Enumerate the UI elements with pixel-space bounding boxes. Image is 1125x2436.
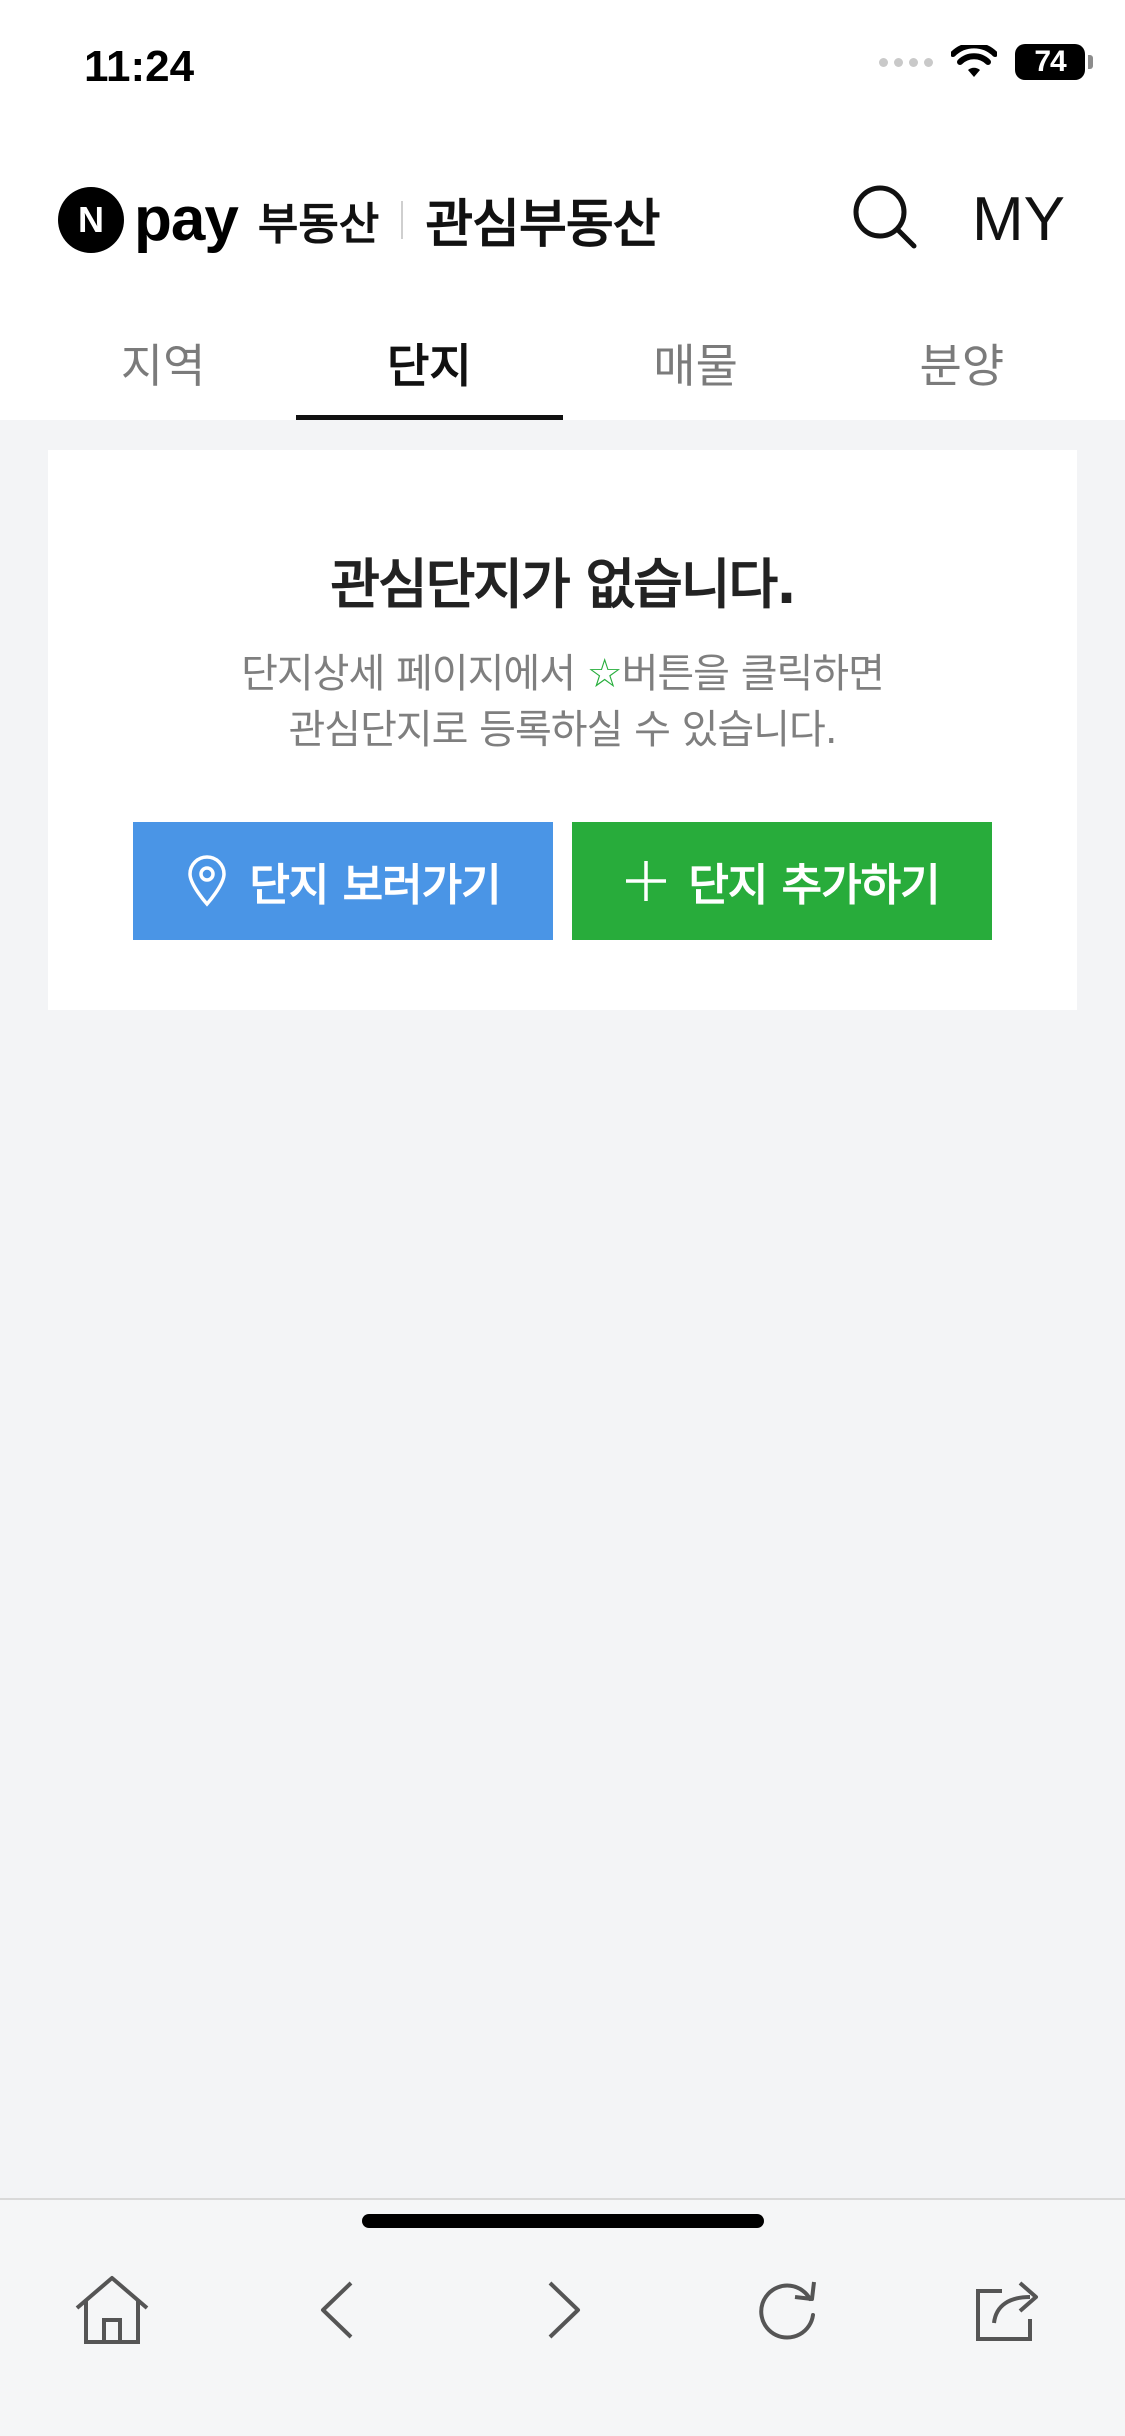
view-complex-button[interactable]: 단지 보러가기 bbox=[133, 822, 553, 940]
home-icon[interactable] bbox=[72, 2270, 152, 2350]
add-complex-label: 단지 추가하기 bbox=[688, 860, 940, 911]
location-pin-icon bbox=[185, 855, 229, 907]
reload-icon[interactable] bbox=[748, 2270, 828, 2350]
status-bar: 11:24 74 bbox=[0, 0, 1125, 140]
view-complex-label: 단지 보러가기 bbox=[249, 860, 501, 911]
forward-icon[interactable] bbox=[524, 2270, 604, 2350]
page: 11:24 74 N pay 부동산 관심부동산 MY 지역 단지 매물 분양 … bbox=[0, 0, 1125, 2436]
browser-toolbar bbox=[0, 2198, 1125, 2436]
back-icon[interactable] bbox=[297, 2270, 377, 2350]
tab-presale[interactable]: 분양 bbox=[829, 300, 1095, 420]
page-title: 관심부동산 bbox=[425, 195, 660, 255]
brand-divider bbox=[401, 200, 404, 239]
tab-region[interactable]: 지역 bbox=[30, 300, 296, 420]
pay-logo-text: pay bbox=[134, 184, 239, 254]
home-indicator bbox=[362, 2214, 764, 2228]
description-line-1: 단지상세 페이지에서 ☆버튼을 클릭하면 bbox=[48, 646, 1077, 702]
cellular-signal-icon bbox=[879, 57, 933, 67]
header: N pay 부동산 관심부동산 MY bbox=[0, 140, 1125, 300]
tab-complex[interactable]: 단지 bbox=[296, 300, 563, 420]
add-complex-button[interactable]: 단지 추가하기 bbox=[572, 822, 992, 940]
status-icons: 74 bbox=[879, 44, 1093, 80]
star-icon: ☆ bbox=[586, 651, 623, 697]
search-icon[interactable] bbox=[850, 182, 920, 252]
my-button[interactable]: MY bbox=[972, 184, 1065, 255]
description-before-star: 단지상세 페이지에서 bbox=[241, 651, 587, 697]
brand[interactable]: N pay 부동산 관심부동산 bbox=[58, 182, 661, 257]
brand-service: 부동산 bbox=[257, 198, 380, 250]
status-time: 11:24 bbox=[84, 42, 195, 91]
description-after-star: 버튼을 클릭하면 bbox=[621, 651, 885, 697]
wifi-icon bbox=[951, 45, 997, 79]
plus-icon bbox=[624, 859, 668, 903]
battery-icon: 74 bbox=[1015, 44, 1093, 80]
empty-state-description: 단지상세 페이지에서 ☆버튼을 클릭하면 관심단지로 등록하실 수 있습니다. bbox=[48, 646, 1077, 758]
description-line-2: 관심단지로 등록하실 수 있습니다. bbox=[288, 707, 837, 753]
empty-state-card: 관심단지가 없습니다. 단지상세 페이지에서 ☆버튼을 클릭하면 관심단지로 등… bbox=[48, 450, 1077, 1010]
npay-logo-icon: N bbox=[58, 186, 124, 253]
share-icon[interactable] bbox=[970, 2270, 1050, 2350]
tab-bar: 지역 단지 매물 분양 bbox=[0, 300, 1125, 420]
tab-listing[interactable]: 매물 bbox=[563, 300, 829, 420]
empty-state-title: 관심단지가 없습니다. bbox=[330, 553, 796, 616]
